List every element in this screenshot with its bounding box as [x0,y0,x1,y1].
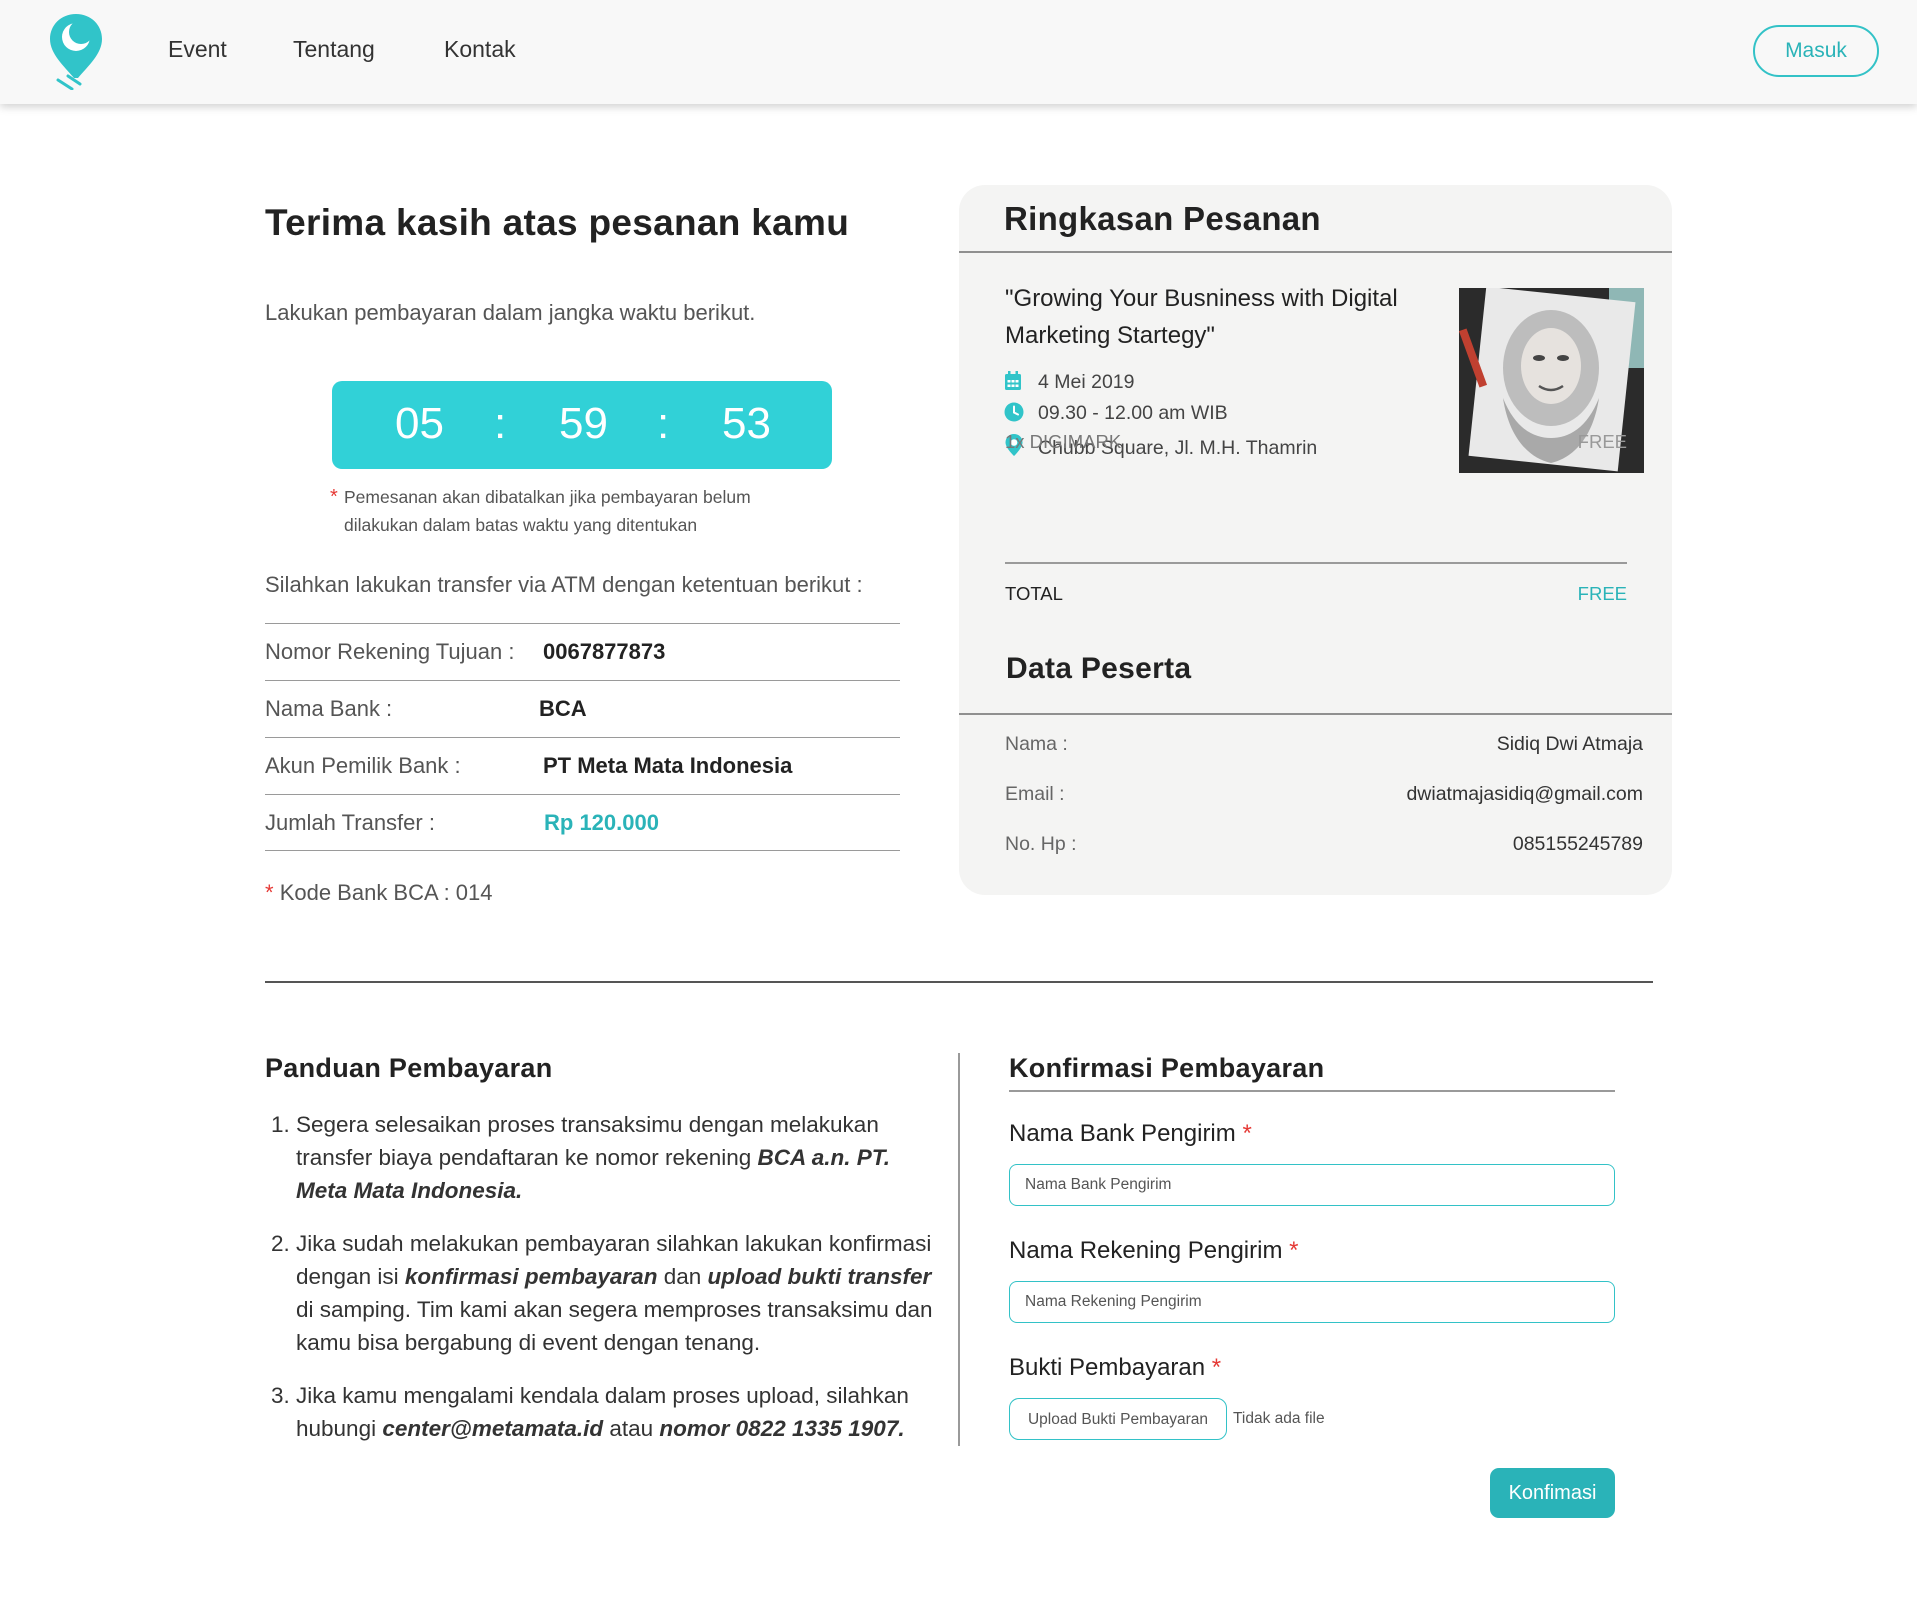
participant-phone-value: 085155245789 [1512,833,1643,855]
transfer-info-table: Nomor Rekening Tujuan : 0067877873 Nama … [265,623,900,851]
event-date-text: 4 Mei 2019 [1038,371,1135,393]
account-number-label: Nomor Rekening Tujuan : [265,639,515,664]
line-item-label: 1x DIGIMARK [1005,431,1122,452]
countdown-timer: 05 : 59 : 53 [332,381,832,469]
no-file-status: Tidak ada file [1233,1410,1325,1427]
step-number: 3. [271,1383,290,1408]
support-phone: nomor 0822 1335 1907. [659,1416,905,1441]
divider [959,713,1672,715]
participant-title: Data Peserta [1006,652,1192,685]
payment-proof-label: Bukti Pembayaran * [1009,1354,1221,1382]
participant-email-value: dwiatmajasidiq@gmail.com [1406,783,1643,805]
divider [959,251,1672,253]
payment-proof-label-text: Bukti Pembayaran [1009,1354,1206,1381]
clock-icon [1004,402,1024,422]
column-divider [958,1053,960,1446]
navbar: Event Tentang Kontak Masuk [0,0,1917,104]
table-row: Nomor Rekening Tujuan : 0067877873 [265,623,900,680]
account-owner-value: PT Meta Mata Indonesia [543,753,793,778]
sender-account-label-text: Nama Rekening Pengirim [1009,1237,1283,1264]
login-button[interactable]: Masuk [1753,25,1879,77]
cancel-note-text: Pemesanan akan dibatalkan jika pembayara… [344,487,751,535]
transfer-amount-value: Rp 120.000 [544,810,659,835]
step-text: dan [657,1264,708,1289]
list-item: 2. Jika sudah melakukan pembayaran silah… [265,1227,945,1359]
step-number: 1. [271,1112,290,1137]
required-marker: * [265,880,274,905]
list-item: 3. Jika kamu mengalami kendala dalam pro… [265,1379,945,1445]
nav-link-event[interactable]: Event [168,36,227,63]
bank-name-label: Nama Bank : [265,696,393,721]
order-summary-card: Ringkasan Pesanan "Growing Your Busnines… [959,185,1672,895]
nav-link-kontak[interactable]: Kontak [444,36,516,63]
participant-row-email: Email : dwiatmajasidiq@gmail.com [1005,783,1643,806]
upload-proof-button[interactable]: Upload Bukti Pembayaran [1009,1398,1227,1440]
confirm-title: Konfirmasi Pembayaran [1009,1053,1325,1083]
table-row: Akun Pemilik Bank : PT Meta Mata Indones… [265,737,900,794]
bank-code-note: * Kode Bank BCA : 014 [265,880,493,906]
divider [1005,562,1627,564]
guide-list: 1. Segera selesaikan proses transaksimu … [265,1108,945,1465]
participant-row-phone: No. Hp : 085155245789 [1005,833,1643,856]
divider [1009,1090,1615,1092]
payment-instruction: Lakukan pembayaran dalam jangka waktu be… [265,300,756,325]
step-number: 2. [271,1231,290,1256]
countdown-separator: : [494,399,507,448]
step-text: di samping. Tim kami akan segera mempros… [296,1297,933,1355]
total-price: FREE [1577,583,1627,604]
total-label: TOTAL [1005,583,1063,604]
account-owner-label: Akun Pemilik Bank : [265,753,461,778]
required-marker: * [1289,1237,1299,1264]
bank-name-value: BCA [539,696,587,721]
transfer-intro: Silahkan lakukan transfer via ATM dengan… [265,572,863,597]
page-title: Terima kasih atas pesanan kamu [265,202,850,243]
event-time-text: 09.30 - 12.00 am WIB [1038,402,1228,424]
participant-row-name: Nama : Sidiq Dwi Atmaja [1005,733,1643,756]
sender-bank-label: Nama Bank Pengirim * [1009,1120,1252,1148]
bank-code-text: Kode Bank BCA : 014 [279,880,493,905]
list-item: 1. Segera selesaikan proses transaksimu … [265,1108,945,1207]
participant-email-label: Email : [1005,783,1065,805]
countdown-hours: 05 [395,399,444,448]
sender-bank-label-text: Nama Bank Pengirim [1009,1120,1236,1147]
required-marker: * [1211,1354,1222,1381]
sender-bank-input[interactable] [1009,1164,1615,1206]
transfer-amount-label: Jumlah Transfer : [265,810,435,835]
event-title: "Growing Your Busniness with Digital Mar… [1005,285,1398,349]
table-row: Nama Bank : BCA [265,680,900,737]
countdown-seconds: 53 [722,399,771,448]
section-divider [265,981,1653,983]
support-email: center@metamata.id [382,1416,604,1441]
countdown-minutes: 59 [559,399,608,448]
step-emphasis: konfirmasi pembayaran [404,1264,658,1289]
participant-name-label: Nama : [1005,733,1068,755]
step-emphasis: upload bukti transfer [707,1264,932,1289]
countdown-separator: : [657,399,670,448]
participant-name-value: Sidiq Dwi Atmaja [1496,733,1643,755]
map-pin-logo-icon[interactable] [48,12,104,91]
summary-title: Ringkasan Pesanan [1004,200,1321,237]
sender-account-label: Nama Rekening Pengirim * [1009,1237,1298,1265]
required-marker: * [1242,1120,1252,1147]
step-text: atau [603,1416,660,1441]
event-date: 4 Mei 2019 [1004,371,1134,394]
required-marker: * [330,486,338,508]
account-number-value: 0067877873 [543,639,666,664]
nav-link-tentang[interactable]: Tentang [293,36,375,63]
sender-account-input[interactable] [1009,1281,1615,1323]
cancel-note: * Pemesanan akan dibatalkan jika pembaya… [330,483,810,539]
guide-title: Panduan Pembayaran [265,1053,553,1083]
participant-phone-label: No. Hp : [1005,833,1077,855]
table-row: Jumlah Transfer : Rp 120.000 [265,794,900,851]
event-time: 09.30 - 12.00 am WIB [1004,402,1228,425]
calendar-icon [1004,371,1024,391]
line-item-price: FREE [1577,431,1627,452]
confirm-button[interactable]: Konfimasi [1490,1468,1615,1518]
